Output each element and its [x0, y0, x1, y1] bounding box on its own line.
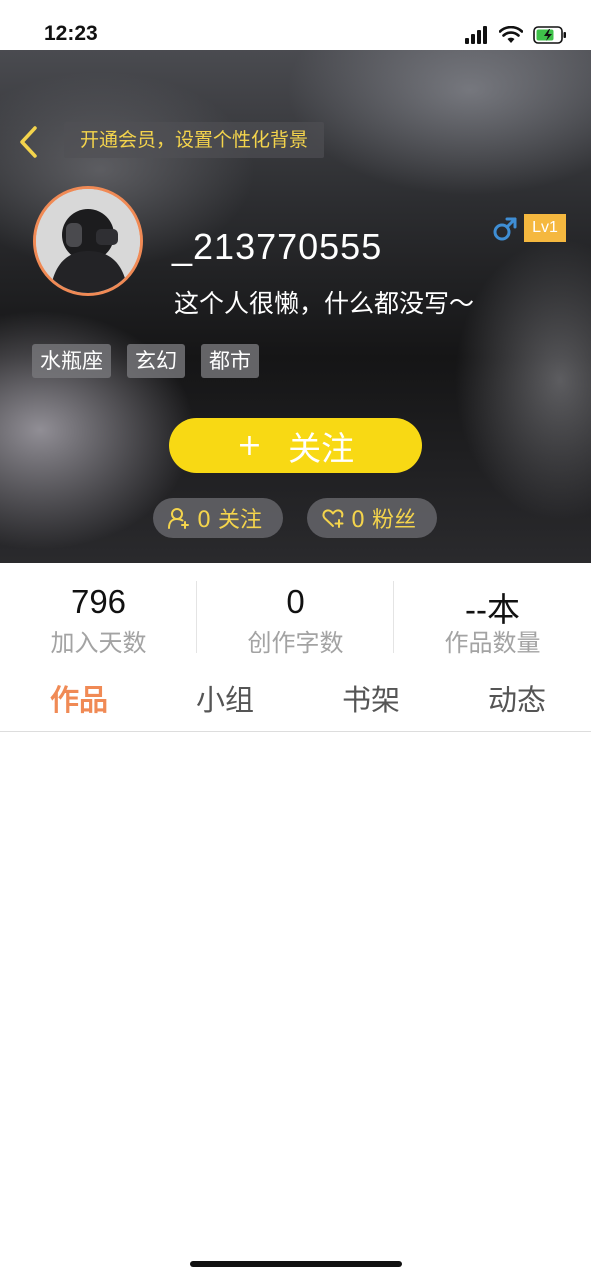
- stat-label: 创作字数: [247, 629, 344, 657]
- tab-activity[interactable]: 动态: [457, 677, 577, 719]
- battery-charging-icon: [533, 26, 566, 44]
- stat-value: 796: [70, 583, 127, 620]
- fans-count: 0 粉丝: [351, 508, 416, 533]
- avatar[interactable]: [33, 186, 143, 296]
- avatar-image: [36, 189, 140, 293]
- vip-banner[interactable]: 开通会员，设置个性化背景: [64, 122, 325, 158]
- stats-row: 796 加入天数 0 创作字数 --本 作品数量: [0, 563, 591, 663]
- chevron-left-icon: [20, 126, 37, 158]
- stat-label: 加入天数: [50, 629, 147, 657]
- signal-icon: [465, 26, 487, 44]
- back-button[interactable]: [12, 122, 44, 162]
- stat-value: 0: [286, 583, 305, 620]
- tag-item[interactable]: 水瓶座: [32, 344, 111, 378]
- username: _213770555: [172, 226, 383, 267]
- following-count: 0 关注: [197, 508, 262, 533]
- stat-join-days: 796 加入天数: [0, 563, 197, 663]
- level-badge: Lv1: [524, 214, 566, 242]
- fans-count-button[interactable]: 0 粉丝: [307, 498, 437, 538]
- tag-item[interactable]: 玄幻: [127, 344, 185, 378]
- heart-add-icon: [322, 509, 344, 528]
- stat-word-count: 0 创作字数: [197, 563, 394, 663]
- male-icon: [493, 217, 517, 241]
- bio: 这个人很懒，什么都没写～: [174, 289, 475, 318]
- tag-list: 水瓶座 玄幻 都市: [32, 344, 259, 378]
- stat-label: 作品数量: [444, 629, 541, 657]
- tab-bar: 作品 小组 书架 动态: [0, 663, 591, 732]
- status-bar: 12:23: [0, 0, 591, 50]
- wifi-icon: [499, 26, 523, 43]
- following-count-button[interactable]: 0 关注: [153, 498, 283, 538]
- tab-works[interactable]: 作品: [19, 677, 139, 719]
- tab-bookshelf[interactable]: 书架: [311, 677, 431, 719]
- status-icons: [465, 24, 567, 46]
- person-add-icon: [168, 508, 189, 529]
- plus-icon: +: [236, 428, 263, 463]
- follow-button[interactable]: + 关注: [169, 418, 422, 473]
- stat-works-count: --本 作品数量: [394, 563, 591, 663]
- tab-group[interactable]: 小组: [165, 677, 285, 719]
- status-time: 12:23: [44, 22, 98, 45]
- follow-button-label: 关注: [288, 428, 355, 468]
- home-indicator: [190, 1261, 402, 1267]
- profile-header: 开通会员，设置个性化背景 Lv1 _213770555 这个人很懒，什么都没写～…: [0, 50, 591, 563]
- tag-item[interactable]: 都市: [201, 344, 259, 378]
